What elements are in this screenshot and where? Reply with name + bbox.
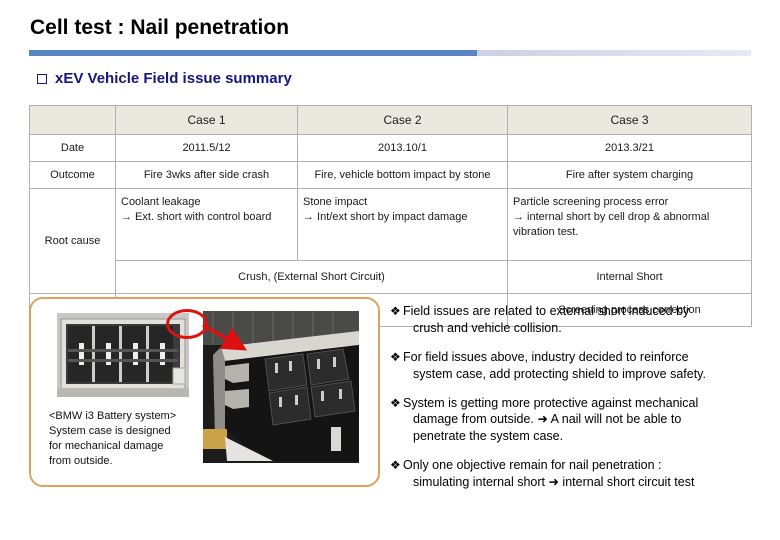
bullet-line-2: damage from outside. ➜ A nail will not b…	[413, 412, 682, 427]
accent-bar-right	[476, 50, 751, 56]
section-heading-label: xEV Vehicle Field issue summary	[55, 70, 292, 87]
row-label-root-cause: Root cause	[29, 188, 116, 294]
caption-line-1: <BMW i3 Battery system>	[49, 410, 177, 422]
conclusion-bullet-list: ❖ Field issues are related to external s…	[390, 303, 760, 503]
header-case-1: Case 1	[115, 105, 298, 135]
list-item: ❖ Field issues are related to external s…	[390, 303, 760, 337]
battery-system-photo-panel: <BMW i3 Battery system> System case is d…	[29, 297, 380, 487]
caption-line-4: from outside.	[49, 454, 113, 467]
list-item: ❖ For field issues above, industry decid…	[390, 349, 760, 383]
list-item: ❖ System is getting more protective agai…	[390, 395, 760, 446]
table-row-root-cause: Root cause Coolant leakage → Ext. short w…	[29, 188, 752, 294]
cell-rootcause-case3: Particle screening process error → intern…	[507, 188, 752, 261]
header-case-3: Case 3	[507, 105, 752, 135]
caption-line-3: for mechanical damage	[49, 439, 164, 452]
battery-case-closeup-photo	[203, 311, 359, 463]
table-row-date: Date 2011.5/12 2013.10/1 2013.3/21	[29, 134, 752, 162]
cell-outcome-case1: Fire 3wks after side crash	[115, 161, 298, 189]
page-title: Cell test : Nail penetration	[30, 16, 290, 39]
bullet-line-3: penetrate the system case.	[413, 429, 564, 444]
accent-bar-left	[29, 50, 477, 56]
row-label-outcome: Outcome	[29, 161, 116, 189]
cell-date-case1: 2011.5/12	[115, 134, 298, 162]
row-label-date: Date	[29, 134, 116, 162]
photo-caption: <BMW i3 Battery system> System case is d…	[49, 409, 199, 468]
bullet-line-1: System is getting more protective agains…	[403, 395, 699, 410]
table-row-short-type: Crush, (External Short Circuit) Internal…	[30, 260, 752, 294]
bullet-line-1: Field issues are related to external sho…	[403, 304, 690, 318]
list-item: ❖ Only one objective remain for nail pen…	[390, 457, 760, 491]
bullet-line-2: crush and vehicle collision.	[413, 320, 562, 335]
cell-outcome-case3: Fire after system charging	[507, 161, 752, 189]
damage-highlight-circle-icon	[166, 309, 208, 339]
bullet-line-1: For field issues above, industry decided…	[403, 349, 689, 364]
table-row-outcome: Outcome Fire 3wks after side crash Fire,…	[29, 161, 752, 189]
diamond-bullet-icon: ❖	[390, 304, 401, 318]
cell-date-case3: 2013.3/21	[507, 134, 752, 162]
diamond-bullet-icon: ❖	[390, 458, 401, 473]
bullet-text: For field issues above, industry decided…	[403, 349, 760, 383]
diamond-bullet-icon: ❖	[390, 395, 401, 410]
bullet-text: Field issues are related to external sho…	[403, 303, 760, 337]
field-issue-table: Case 1 Case 2 Case 3 Date 2011.5/12 2013…	[29, 105, 752, 327]
cell-outcome-case2: Fire, vehicle bottom impact by stone	[297, 161, 508, 189]
cell-short-type-case3: Internal Short	[507, 260, 752, 294]
diamond-bullet-icon: ❖	[390, 349, 401, 364]
header-case-2: Case 2	[297, 105, 508, 135]
title-accent-bar	[29, 50, 751, 56]
bullet-text: Only one objective remain for nail penet…	[403, 457, 760, 491]
square-bullet-icon	[37, 73, 47, 84]
table-header-row: Case 1 Case 2 Case 3	[29, 105, 752, 135]
cell-rootcause-case1: Coolant leakage → Ext. short with control…	[115, 188, 298, 261]
cell-date-case2: 2013.10/1	[297, 134, 508, 162]
header-corner-blank	[29, 105, 116, 135]
caption-line-2: System case is designed	[49, 424, 171, 437]
cell-rootcause-case2: Stone impact → Int/ext short by impact da…	[297, 188, 508, 261]
section-heading: xEV Vehicle Field issue summary	[37, 70, 292, 87]
bullet-line-1: Only one objective remain for nail penet…	[403, 458, 662, 473]
bullet-line-2: simulating internal short ➜ internal sho…	[413, 475, 695, 489]
cell-short-type-case12: Crush, (External Short Circuit)	[115, 260, 508, 294]
bullet-text: System is getting more protective agains…	[403, 395, 760, 446]
bullet-line-2: system case, add protecting shield to im…	[413, 366, 706, 381]
